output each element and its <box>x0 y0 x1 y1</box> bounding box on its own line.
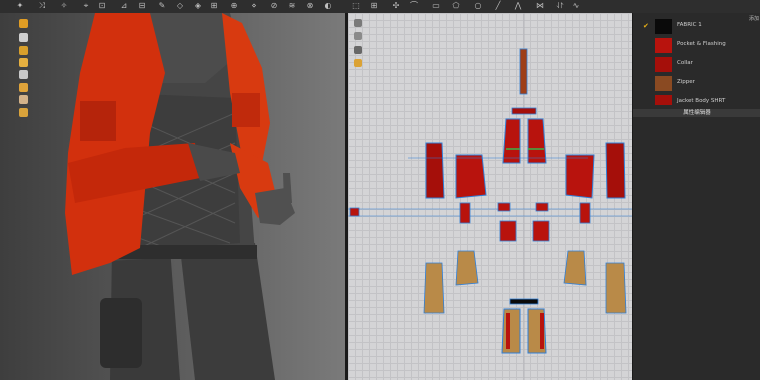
2d-edit-point-icon[interactable]: ✣ <box>392 2 400 10</box>
transform-tool-icon[interactable]: ⊞ <box>210 2 218 10</box>
2d-transform-icon[interactable]: ⊞ <box>370 2 378 10</box>
fabric-item-zipper[interactable]: Zipper <box>647 74 760 93</box>
fabric-label: FABRIC 1 <box>677 22 702 28</box>
fabric-item-pocket-flashing[interactable]: Pocket & Flashing <box>647 36 760 55</box>
checkmark-icon: ✔ <box>643 22 649 30</box>
2d-seam-icon[interactable]: ⋈ <box>536 2 544 10</box>
fabric-item-collar[interactable]: Collar <box>647 55 760 74</box>
avatar-tool-icon[interactable]: ◈ <box>194 2 202 10</box>
pin-tool-icon[interactable]: ⌖ <box>82 2 90 10</box>
fabric-label: Collar <box>677 60 693 66</box>
move-tool-icon[interactable]: ⤨ <box>38 2 46 10</box>
3d-viewport[interactable] <box>0 13 345 380</box>
measure-tool-icon[interactable]: ⊿ <box>120 2 128 10</box>
button-tool-icon[interactable]: ⊘ <box>270 2 278 10</box>
fabric-label: Jacket Body SHRT <box>677 98 726 104</box>
fabric-swatch <box>655 57 672 72</box>
arrangement-tool-icon[interactable]: ⊕ <box>230 2 238 10</box>
avatar-render <box>0 13 345 380</box>
texture-tool-icon[interactable]: ◇ <box>176 2 184 10</box>
2d-select-icon[interactable]: ⬚ <box>352 2 360 10</box>
hide-tool-icon[interactable]: ◐ <box>324 2 332 10</box>
fold-tool-icon[interactable]: ✧ <box>60 2 68 10</box>
show-pins-icon[interactable] <box>19 46 28 55</box>
2d-circle-icon[interactable]: ○ <box>474 2 482 10</box>
fabric-swatch <box>655 19 672 34</box>
property-editor-button[interactable]: 属性编辑器 <box>633 109 760 117</box>
object-browser-panel: 添加 ✔ FABRIC 1 Pocket & Flashing Collar Z… <box>632 13 760 380</box>
3d-left-toolbar <box>0 13 34 380</box>
tape-tool-icon[interactable]: ⊟ <box>138 2 146 10</box>
fabric-label: Zipper <box>677 79 695 85</box>
2d-dart-icon[interactable]: ⋀ <box>514 2 522 10</box>
pin-box-tool-icon[interactable]: ⊡ <box>98 2 106 10</box>
2d-internal-line-icon[interactable]: ╱ <box>494 2 502 10</box>
top-toolbar: ✦ ⤨ ✧ ⌖ ⊡ ⊿ ⊟ ✎ ◇ ◈ ⊞ ⊕ ⋄ ⊘ ≋ ⊗ ◐ ⬚ ⊞ ✣ … <box>0 0 760 14</box>
show-measures-icon[interactable] <box>19 58 28 67</box>
2d-free-sewing-icon[interactable]: ∿ <box>572 2 580 10</box>
show-avatar-skin-icon[interactable] <box>19 95 28 104</box>
select-tool-icon[interactable]: ✦ <box>16 2 24 10</box>
trim-tool-icon[interactable]: ⊗ <box>306 2 314 10</box>
fabric-swatch <box>655 38 672 53</box>
show-skeleton-icon[interactable] <box>19 70 28 79</box>
punch-tool-icon[interactable]: ⋄ <box>250 2 258 10</box>
fabric-swatch <box>655 76 672 91</box>
show-texture-icon[interactable] <box>19 83 28 92</box>
2d-pattern-window[interactable] <box>348 13 632 380</box>
2d-rectangle-icon[interactable]: ▭ <box>432 2 440 10</box>
fabric-item-jacket-body[interactable]: Jacket Body SHRT <box>647 93 760 105</box>
pattern-pieces <box>348 13 632 380</box>
show-garment-icon[interactable] <box>19 33 28 42</box>
fabric-swatch <box>655 95 672 105</box>
2d-segment-sewing-icon[interactable]: ⥯ <box>556 2 564 10</box>
fabric-item-fabric-1[interactable]: ✔ FABRIC 1 <box>643 17 760 36</box>
2d-polygon-icon[interactable]: ⬠ <box>452 2 460 10</box>
brush-tool-icon[interactable]: ✎ <box>158 2 166 10</box>
zipper-tool-icon[interactable]: ≋ <box>288 2 296 10</box>
fabric-label: Pocket & Flashing <box>677 41 726 47</box>
show-avatar-icon[interactable] <box>19 19 28 28</box>
show-fabric-grain-icon[interactable] <box>19 108 28 117</box>
2d-edit-curve-icon[interactable]: ⌒ <box>410 2 418 10</box>
